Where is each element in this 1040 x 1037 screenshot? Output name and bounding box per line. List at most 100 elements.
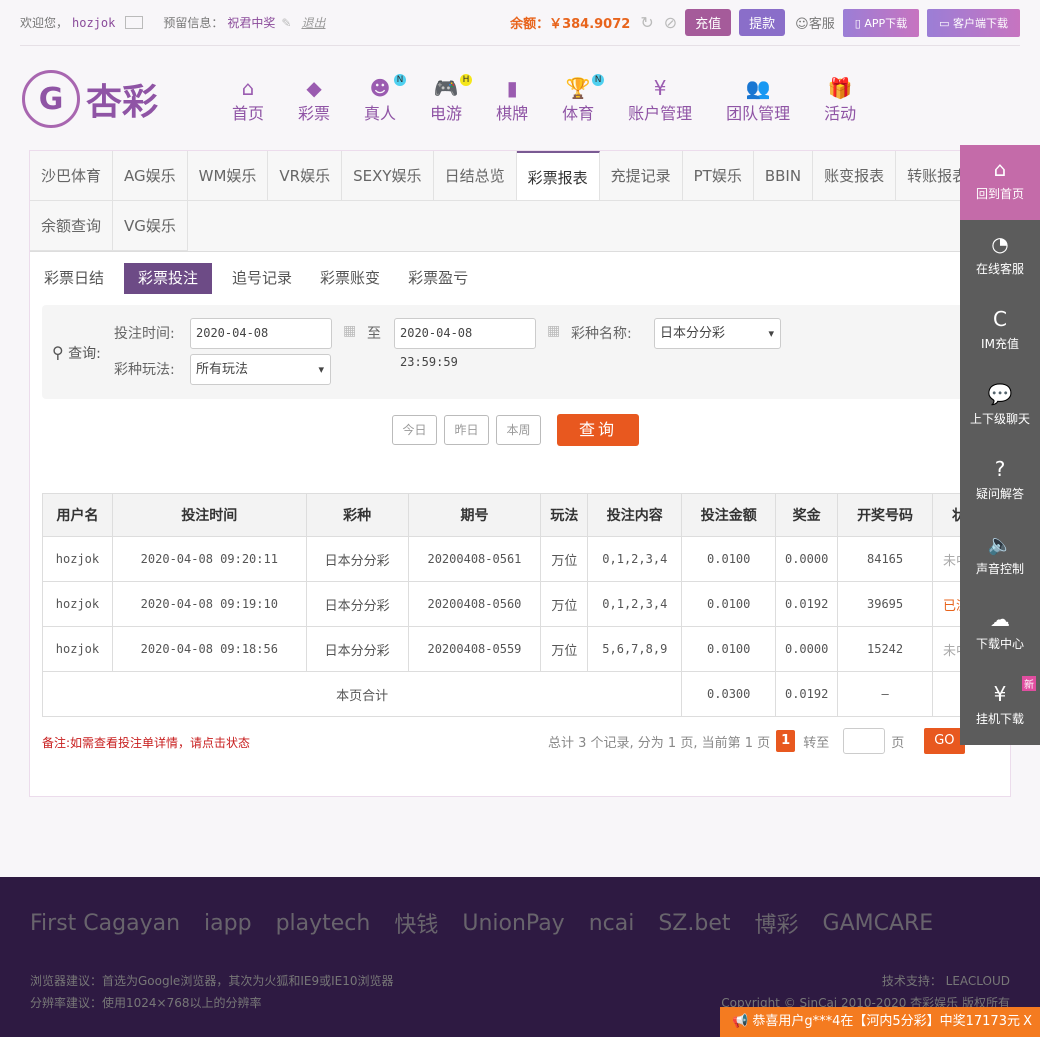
sub-tab[interactable]: 追号记录 (224, 263, 300, 294)
lottery-value: 日本分分彩 (660, 326, 726, 341)
report-tab[interactable]: VG娱乐 (113, 201, 188, 251)
chat-icon: 💬 (987, 382, 1013, 406)
nav-item[interactable]: 🎁 活动 (824, 76, 856, 124)
app-download-button[interactable]: ▯ APP下载 (842, 8, 920, 37)
nav-badge: H (460, 74, 473, 86)
report-tab[interactable]: 彩票报表 (516, 151, 600, 201)
go-button[interactable]: GO (924, 728, 965, 754)
table-row: hozjok 2020-04-08 09:20:11 日本分分彩 20200408-0… (42, 536, 1000, 582)
bets-table: 用户名投注时间彩种期号玩法投注内容投注金额奖金开奖号码状态 hozjok2020… (41, 493, 1000, 717)
ticket-icon: ◆ (306, 76, 322, 100)
week-button[interactable]: 本周 (496, 415, 541, 445)
report-tab[interactable]: 余额查询 (30, 201, 114, 251)
logo[interactable]: G 杏彩 (22, 70, 158, 128)
gamepad-icon: 🎮 (433, 76, 459, 100)
nav-item[interactable]: 👥 团队管理 (726, 76, 790, 124)
nav-item[interactable]: ◆ 彩票 (298, 76, 330, 124)
sidebar-item[interactable]: ◔ 在线客服 (960, 220, 1040, 295)
edit-icon[interactable]: ✎ (281, 16, 291, 30)
sidebar-item[interactable]: 💬 上下级聊天 (960, 370, 1040, 445)
nav-item[interactable]: 🎮 H 电游 (430, 74, 473, 124)
report-tab[interactable]: VR娱乐 (268, 151, 343, 201)
mail-icon[interactable] (125, 16, 144, 29)
customer-service-link[interactable]: ☺客服 (795, 13, 835, 32)
search-label-text: 查询: (68, 346, 101, 362)
sidebar-item[interactable]: ☁ 下载中心 (960, 595, 1040, 670)
table-cell: 20200408-0560 (407, 581, 542, 627)
table-cell: 日本分分彩 (305, 536, 409, 582)
report-tab[interactable]: 账变报表 (813, 151, 897, 201)
logout-link[interactable]: 退出 (301, 14, 325, 31)
top-bar: 欢迎您， hozjok 预留信息： 祝君中奖 ✎ 退出 余额：￥384.9072… (20, 0, 1020, 46)
nav-item[interactable]: ▮ 棋牌 (496, 76, 528, 124)
sidebar-label: 声音控制 (975, 562, 1024, 576)
play-select[interactable]: 所有玩法 (190, 354, 331, 385)
sub-tab[interactable]: 彩票日结 (36, 263, 112, 294)
table-cell: 20200408-0559 (407, 626, 542, 672)
report-tab[interactable]: SEXY娱乐 (342, 151, 434, 201)
sidebar-item[interactable]: ¥ 挂机下载新 (960, 670, 1040, 745)
table-cell: hozjok (42, 536, 113, 582)
partner-logo: First Cagayan (30, 910, 181, 936)
live-icon: ☻ (369, 76, 391, 100)
yesterday-button[interactable]: 昨日 (444, 415, 489, 445)
table-cell: 0.0100 (681, 536, 777, 582)
report-tab[interactable]: 日结总览 (433, 151, 517, 201)
page-1[interactable]: 1 (776, 730, 796, 752)
start-time-input[interactable]: 2020-04-08 00:00:00 (190, 318, 332, 369)
table-cell: 0.0000 (775, 626, 839, 672)
nav-label: 账户管理 (628, 104, 693, 123)
query-button[interactable]: 查询 (557, 414, 639, 446)
win-toast: 📢 恭喜用户g***4在【河内5分彩】中奖17173元 X (720, 1007, 1040, 1037)
sidebar-label: 回到首页 (975, 187, 1024, 201)
report-tab[interactable]: PT娱乐 (682, 151, 754, 201)
toast-close-button[interactable]: X (1023, 1007, 1032, 1037)
table-cell: 15242 (837, 626, 934, 672)
partner-logo: iapp (204, 910, 252, 936)
sidebar-item[interactable]: ? 疑问解答 (960, 445, 1040, 520)
today-button[interactable]: 今日 (392, 415, 437, 445)
column-header: 投注时间 (111, 493, 307, 537)
refresh-icon[interactable]: ↻ (640, 13, 653, 32)
total-amount: 0.0300 (681, 671, 777, 717)
right-sidebar: ⌂ 回到首页 ◔ 在线客服 C IM充值 💬 上下级聊天? 疑问解答 🔈 声音控制 ☁ 下载中心 ¥ 挂机下… (960, 145, 1040, 745)
report-tab[interactable]: WM娱乐 (187, 151, 269, 201)
lottery-select[interactable]: 日本分分彩 (654, 318, 781, 349)
sub-tab[interactable]: 彩票账变 (312, 263, 388, 294)
hide-icon[interactable]: ⊘ (664, 13, 677, 32)
recharge-button[interactable]: 充值 (685, 9, 732, 36)
main-nav: ⌂ 首页 ◆ 彩票 ☻ N 真人 🎮 H 电游 ▮ 棋牌 🏆 N 体育 ¥ 账户管理 👥 团队管理 🎁 活动 (232, 74, 890, 124)
lottery-label: 彩种名称: (571, 326, 632, 342)
time-label: 投注时间: (114, 326, 175, 342)
sub-tab[interactable]: 彩票盈亏 (400, 263, 476, 294)
yen-icon: ¥ (653, 76, 667, 100)
calendar-icon[interactable]: ▦ (343, 323, 356, 339)
sidebar-item[interactable]: ⌂ 回到首页 (960, 145, 1040, 220)
megaphone-icon: 📢 (732, 1014, 749, 1029)
goto-label: 转至 (803, 735, 830, 751)
nav-item[interactable]: 🏆 N 体育 (562, 74, 605, 124)
report-tab[interactable]: BBIN (753, 151, 814, 201)
report-tabs: 沙巴体育 AG娱乐 WM娱乐 VR娱乐 SEXY娱乐 日结总览 彩票报表 充提记录 PT娱乐 BB… (30, 151, 1010, 252)
reserve-label: 预留信息： (163, 16, 224, 30)
sub-tab[interactable]: 彩票投注 (124, 263, 213, 294)
page-input[interactable] (843, 728, 886, 754)
sidebar-item[interactable]: 🔈 声音控制 (960, 520, 1040, 595)
nav-item[interactable]: ⌂ 首页 (232, 76, 264, 124)
report-tab[interactable]: 充提记录 (599, 151, 683, 201)
nav-label: 彩票 (298, 104, 331, 123)
total-dash: — (837, 671, 934, 717)
filter-box: ⚲ 查询: 投注时间: 2020-04-08 00:00:00 ▦ 至 2020… (42, 305, 982, 399)
withdraw-button[interactable]: 提款 (739, 9, 786, 36)
table-cell: 日本分分彩 (305, 626, 409, 672)
question-icon: ? (994, 457, 1006, 481)
report-tab[interactable]: AG娱乐 (113, 151, 188, 201)
nav-item[interactable]: ☻ N 真人 (364, 74, 407, 124)
end-time-input[interactable]: 2020-04-08 23:59:59 (394, 318, 536, 369)
nav-item[interactable]: ¥ 账户管理 (628, 76, 692, 124)
report-tab[interactable]: 沙巴体育 (30, 151, 114, 201)
client-download-button[interactable]: ▭ 客户端下载 (927, 8, 1020, 37)
calendar-icon[interactable]: ▦ (547, 323, 560, 339)
home-icon: ⌂ (241, 76, 255, 100)
sidebar-item[interactable]: C IM充值 (960, 295, 1040, 370)
